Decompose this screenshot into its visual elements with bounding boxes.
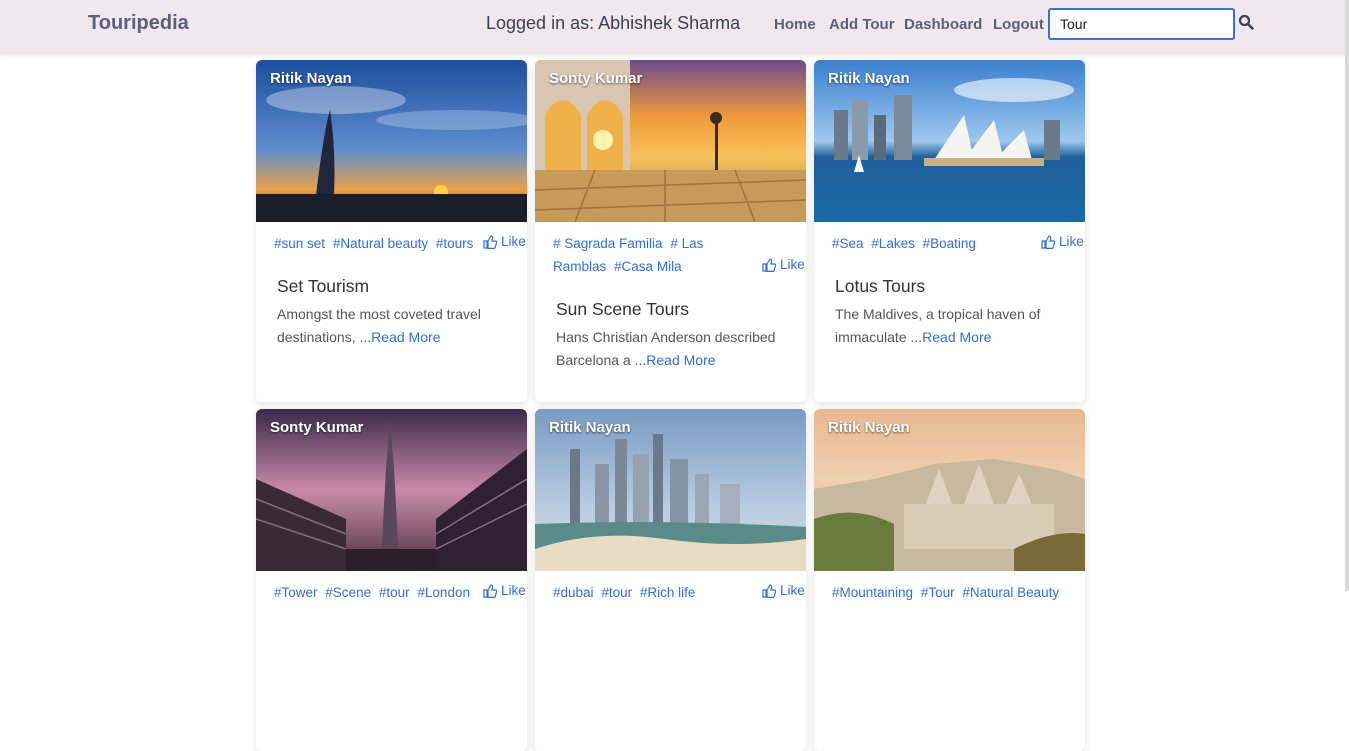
tag[interactable]: # Sagrada Familia bbox=[553, 236, 663, 251]
tour-image[interactable]: Ritik Nayan bbox=[814, 409, 1085, 571]
tag-list: #dubai #tour #Rich life bbox=[553, 581, 763, 604]
logged-in-label: Logged in as: Abhishek Sharma bbox=[486, 13, 741, 33]
tour-title: Sun Scene Tours bbox=[556, 299, 689, 319]
tag[interactable]: #London bbox=[417, 585, 470, 600]
tag[interactable]: #tours bbox=[436, 236, 474, 251]
author-name: Ritik Nayan bbox=[270, 70, 352, 87]
tag[interactable]: #Casa Mila bbox=[614, 259, 682, 274]
tag[interactable]: #Tour bbox=[921, 585, 955, 600]
tag-list: #Mountaining #Tour #Natural Beauty bbox=[832, 581, 1082, 604]
nav-home-link[interactable]: Home bbox=[774, 16, 816, 33]
tour-card[interactable]: Ritik Nayan #sun set #Natural beauty #to… bbox=[256, 60, 527, 402]
tag-list: #Tower #Scene #tour #London bbox=[274, 581, 484, 604]
like-label: Like bbox=[501, 234, 526, 249]
scrollbar[interactable] bbox=[1345, 0, 1349, 591]
search-input[interactable] bbox=[1048, 8, 1235, 40]
tour-card[interactable]: Sonty Kumar # Sagrada Familia # Las Ramb… bbox=[535, 60, 806, 402]
tag-list: #sun set #Natural beauty #tours bbox=[274, 232, 484, 255]
search-icon[interactable] bbox=[1238, 14, 1256, 32]
author-name: Ritik Nayan bbox=[828, 70, 910, 87]
read-more-link[interactable]: Read More bbox=[646, 352, 715, 368]
tag[interactable]: #tour bbox=[601, 585, 632, 600]
nav-dashboard-link[interactable]: Dashboard bbox=[904, 16, 982, 33]
tour-card[interactable]: Ritik Nayan #Mountaining #Tour #Natural … bbox=[814, 409, 1085, 751]
tour-card[interactable]: Sonty Kumar #Tower #Scene #tour #London … bbox=[256, 409, 527, 751]
tag[interactable]: #Boating bbox=[923, 236, 976, 251]
brand-logo[interactable]: Touripedia bbox=[88, 12, 189, 35]
tag[interactable]: #Sea bbox=[832, 236, 864, 251]
tour-description: Amongst the most coveted travel destinat… bbox=[277, 303, 512, 349]
tour-description: Hans Christian Anderson described Barcel… bbox=[556, 326, 791, 372]
tag[interactable]: #Lakes bbox=[871, 236, 915, 251]
tag-list: #Sea #Lakes #Boating bbox=[832, 232, 1042, 255]
thumbs-up-icon bbox=[762, 257, 776, 272]
like-label: Like bbox=[1059, 234, 1084, 249]
tag[interactable]: #Mountaining bbox=[832, 585, 913, 600]
tag[interactable]: #sun set bbox=[274, 236, 325, 251]
tour-image[interactable]: Sonty Kumar bbox=[535, 60, 806, 222]
like-button[interactable]: Like bbox=[1041, 234, 1084, 249]
tag[interactable]: #Natural Beauty bbox=[962, 585, 1059, 600]
read-more-link[interactable]: Read More bbox=[922, 329, 991, 345]
author-name: Ritik Nayan bbox=[549, 419, 631, 436]
tour-card[interactable]: Ritik Nayan #Sea #Lakes #Boating Like Lo… bbox=[814, 60, 1085, 402]
tag[interactable]: #Scene bbox=[325, 585, 371, 600]
author-name: Sonty Kumar bbox=[270, 419, 364, 436]
author-name: Ritik Nayan bbox=[828, 419, 910, 436]
tour-title: Lotus Tours bbox=[835, 276, 926, 296]
tag[interactable]: #Natural beauty bbox=[333, 236, 428, 251]
tour-image[interactable]: Ritik Nayan bbox=[814, 60, 1085, 222]
like-button[interactable]: Like bbox=[483, 234, 526, 249]
thumbs-up-icon bbox=[483, 234, 497, 249]
navbar: Touripedia Logged in as: Abhishek Sharma… bbox=[0, 0, 1349, 54]
read-more-link[interactable]: Read More bbox=[371, 329, 440, 345]
tag[interactable]: #Rich life bbox=[640, 585, 696, 600]
nav-add-tour-link[interactable]: Add Tour bbox=[829, 16, 895, 33]
tag-list: # Sagrada Familia # Las Ramblas #Casa Mi… bbox=[553, 232, 763, 278]
tag[interactable]: #dubai bbox=[553, 585, 594, 600]
tag[interactable]: #Tower bbox=[274, 585, 318, 600]
tour-image[interactable]: Ritik Nayan bbox=[535, 409, 806, 571]
tour-title: Set Tourism bbox=[277, 276, 370, 296]
like-label: Like bbox=[780, 257, 805, 272]
tour-card[interactable]: Ritik Nayan #dubai #tour #Rich life Like bbox=[535, 409, 806, 751]
nav-logout-link[interactable]: Logout bbox=[993, 16, 1044, 33]
tour-description: The Maldives, a tropical haven of immacu… bbox=[835, 303, 1070, 349]
like-button[interactable]: Like bbox=[762, 257, 805, 272]
tour-image[interactable]: Ritik Nayan bbox=[256, 60, 527, 222]
tag[interactable]: #tour bbox=[379, 585, 410, 600]
tour-image[interactable]: Sonty Kumar bbox=[256, 409, 527, 571]
thumbs-up-icon bbox=[1041, 234, 1055, 249]
author-name: Sonty Kumar bbox=[549, 70, 643, 87]
